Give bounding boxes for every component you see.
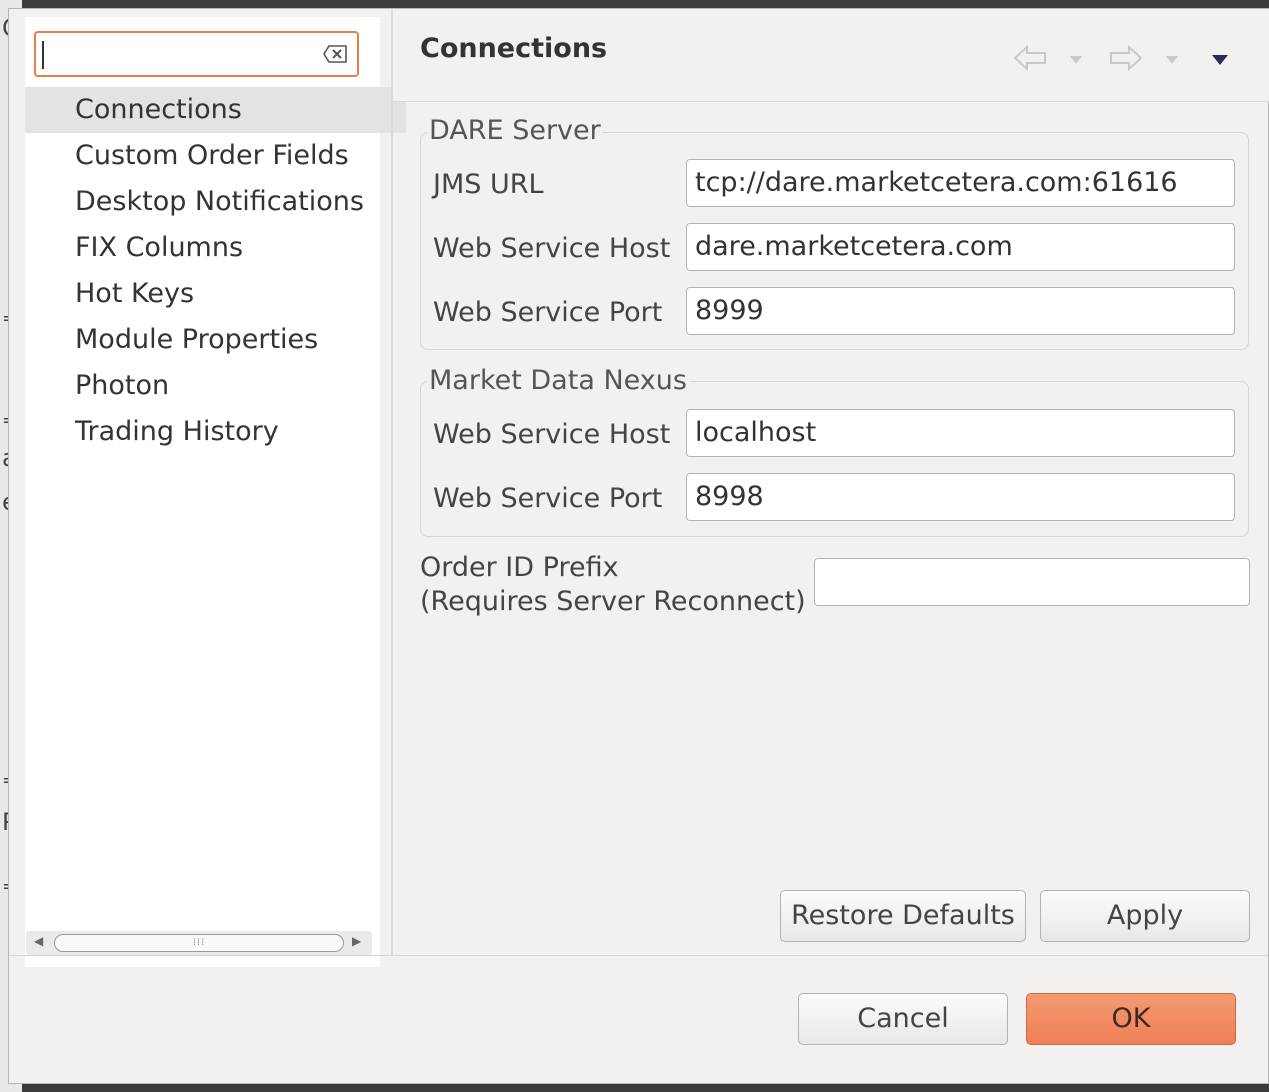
forward-arrow-icon[interactable] (1109, 45, 1143, 71)
order-id-prefix-field[interactable] (814, 558, 1250, 606)
dare-server-legend: DARE Server (427, 115, 603, 146)
text-caret (42, 41, 44, 69)
tree-item-hot-keys[interactable]: Hot Keys (25, 271, 380, 317)
forward-menu-chevron-icon[interactable] (1165, 55, 1179, 65)
scroll-left-icon[interactable]: ◀ (34, 934, 43, 948)
footer-divider (9, 955, 1268, 956)
back-arrow-icon[interactable] (1013, 45, 1047, 71)
jms-url-field[interactable]: tcp://dare.marketcetera.com:61616 (686, 159, 1235, 207)
nexus-web-service-host-field[interactable]: localhost (686, 409, 1235, 457)
tree-item-connections[interactable]: Connections (25, 87, 406, 133)
dare-web-service-port-field[interactable]: 8999 (686, 287, 1235, 335)
scrollbar-thumb[interactable]: ⁞⁞⁞ (54, 934, 344, 952)
tree-item-desktop-notifications[interactable]: Desktop Notifications (25, 179, 380, 225)
tree-item-photon[interactable]: Photon (25, 363, 380, 409)
pane-divider[interactable] (391, 9, 393, 955)
order-id-prefix-note: (Requires Server Reconnect) (420, 586, 806, 617)
clear-filter-icon[interactable] (323, 45, 347, 63)
preference-tree: Connections Custom Order Fields Desktop … (25, 87, 406, 455)
nexus-web-service-port-field[interactable]: 8998 (686, 473, 1235, 521)
nexus-web-service-port-label: Web Service Port (433, 483, 663, 514)
page-title: Connections (420, 33, 608, 64)
back-menu-chevron-icon[interactable] (1069, 55, 1083, 65)
tree-item-module-properties[interactable]: Module Properties (25, 317, 380, 363)
market-data-nexus-legend: Market Data Nexus (427, 365, 689, 396)
cancel-button[interactable]: Cancel (798, 993, 1008, 1045)
tree-item-fix-columns[interactable]: FIX Columns (25, 225, 380, 271)
view-menu-chevron-icon[interactable] (1211, 54, 1229, 66)
restore-defaults-button[interactable]: Restore Defaults (780, 890, 1026, 942)
dare-web-service-port-label: Web Service Port (433, 297, 663, 328)
preferences-dialog: Connections Custom Order Fields Desktop … (8, 8, 1269, 1084)
filter-input[interactable] (34, 31, 359, 77)
scroll-right-icon[interactable]: ▶ (352, 934, 361, 948)
ok-button[interactable]: OK (1026, 993, 1236, 1045)
dare-web-service-host-field[interactable]: dare.marketcetera.com (686, 223, 1235, 271)
tree-item-trading-history[interactable]: Trading History (25, 409, 380, 455)
order-id-prefix-label: Order ID Prefix (420, 552, 619, 583)
horizontal-scrollbar[interactable]: ◀ ⁞⁞⁞ ▶ (26, 931, 372, 955)
nexus-web-service-host-label: Web Service Host (433, 419, 671, 450)
jms-url-label: JMS URL (433, 169, 544, 200)
tree-item-custom-order-fields[interactable]: Custom Order Fields (25, 133, 380, 179)
apply-button[interactable]: Apply (1040, 890, 1250, 942)
dare-web-service-host-label: Web Service Host (433, 233, 671, 264)
page-header: Connections (393, 9, 1269, 102)
